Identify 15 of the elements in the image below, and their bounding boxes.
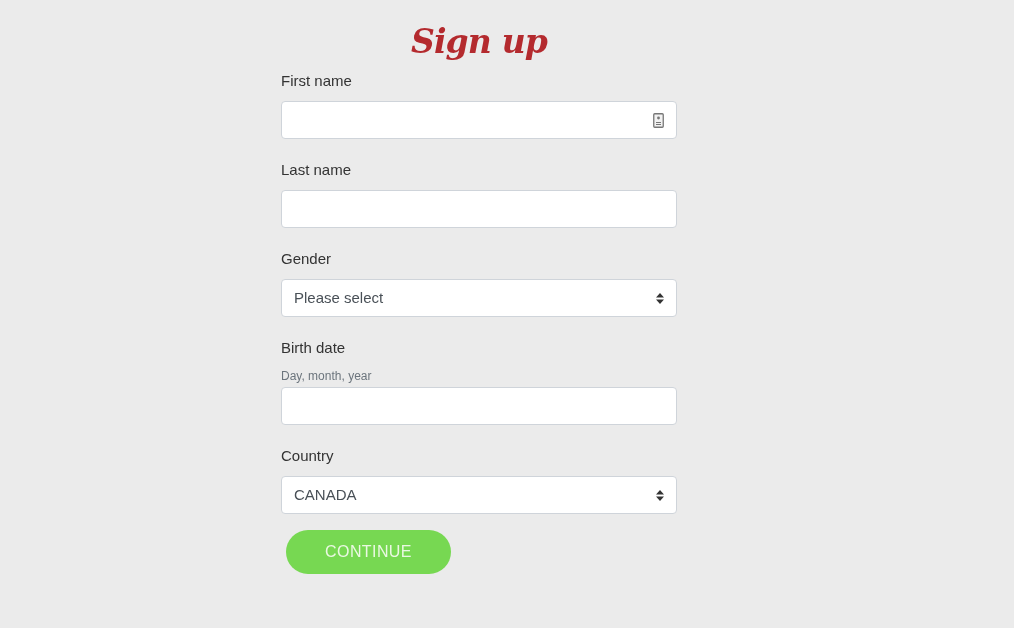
field-label: Country [281,446,335,466]
sort-icon [656,292,664,304]
field-label: First name [281,71,353,91]
select-field[interactable]: CANADA [281,476,677,514]
field-label: Last name [281,160,353,180]
field-label: Gender [281,249,333,269]
field-hint: Day, month, year [281,368,373,384]
select-field[interactable]: Please select [281,279,677,317]
form-title: Sign up [410,21,548,63]
input-field[interactable] [281,387,677,425]
input-field[interactable] [281,190,677,228]
sort-icon [656,489,664,501]
field-label: Birth date [281,338,347,358]
input-field[interactable] [281,101,677,139]
contact-card-icon[interactable] [653,112,664,128]
